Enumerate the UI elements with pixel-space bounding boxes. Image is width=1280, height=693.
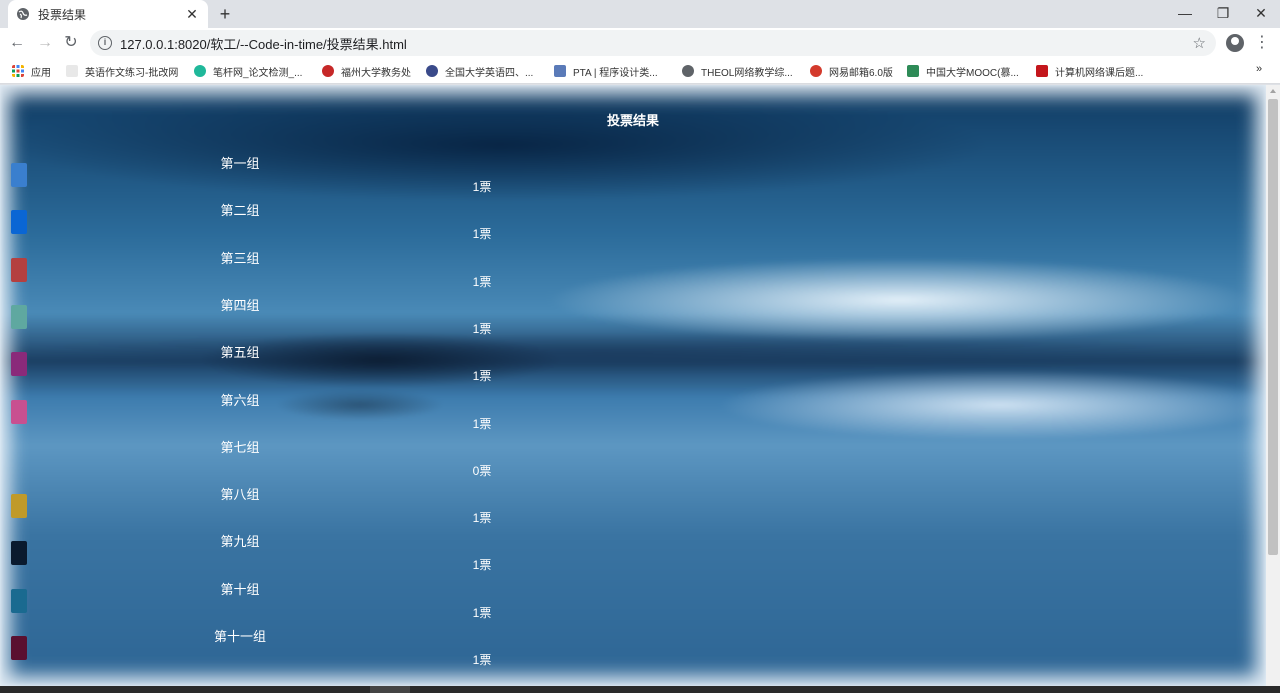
vote-count: 1票	[472, 558, 492, 573]
group-name: 第一组	[220, 156, 260, 171]
page-viewport: 投票结果 第一组 1票 第二组 1票 第三组 1票 第四组 1票 第五组 1票 第六组 1票 第七组 0票…	[0, 85, 1266, 686]
taskbar	[0, 686, 1280, 693]
tab-title: 投票结果	[38, 7, 87, 22]
bookmark-label: PTA | 程序设计类...	[573, 67, 658, 79]
group-name: 第七组	[220, 439, 260, 455]
group-name: 第十组	[220, 581, 260, 597]
vote-bar	[11, 541, 27, 566]
bookmark-item[interactable]: 网易邮箱6.0版	[810, 63, 893, 79]
bookmark-label: THEOL网络教学综...	[701, 67, 793, 79]
group-name: 第九组	[220, 534, 260, 550]
browser-toolbar: ← → ↻ i 127.0.0.1:8020/软工/--Code-in-time…	[0, 28, 1280, 58]
restore-button[interactable]: ❐	[1204, 0, 1242, 28]
vote-count: 1票	[472, 416, 492, 431]
address-bar[interactable]: i 127.0.0.1:8020/软工/--Code-in-time/投票结果.…	[90, 30, 1216, 56]
vote-count: 1票	[472, 511, 492, 526]
c-logo-icon	[1036, 65, 1048, 77]
globe-icon	[682, 65, 694, 77]
scroll-thumb[interactable]	[1268, 99, 1278, 555]
taskbar-item[interactable]	[370, 686, 410, 693]
tab-active[interactable]: 投票结果 ✕	[8, 0, 208, 28]
bookmark-label: 计算机网络课后题...	[1055, 67, 1144, 79]
vote-count: 1票	[472, 321, 492, 336]
profile-avatar-icon[interactable]	[1226, 34, 1244, 52]
group-name: 第五组	[220, 345, 260, 361]
group-name: 第十一组	[213, 629, 266, 644]
group-name: 第八组	[220, 487, 260, 503]
scroll-up-arrow-icon[interactable]	[1270, 89, 1276, 93]
vote-count: 1票	[472, 653, 492, 667]
bookmark-item[interactable]: 英语作文练习-批改网	[66, 63, 178, 79]
bookmark-item[interactable]: 全国大学英语四、...	[426, 63, 533, 79]
vote-bar	[11, 352, 27, 377]
vote-count: 1票	[472, 369, 492, 384]
page-scrollbar[interactable]	[1266, 85, 1280, 686]
globe-icon	[426, 65, 438, 77]
bookmark-item[interactable]: 笔杆网_论文检测_...	[194, 63, 302, 79]
bookmark-item[interactable]: 计算机网络课后题...	[1036, 63, 1143, 79]
bookmarks-more-icon[interactable]: »	[1256, 63, 1262, 75]
tab-close-icon[interactable]: ✕	[184, 6, 200, 23]
more-menu-icon[interactable]: ⋮	[1254, 32, 1270, 54]
group-name: 第六组	[220, 392, 260, 408]
bookmark-label: 应用	[31, 67, 51, 79]
book-icon	[907, 65, 919, 77]
group-name: 第四组	[220, 297, 260, 313]
bookmark-label: 全国大学英语四、...	[445, 67, 534, 79]
vote-count: 1票	[472, 227, 492, 242]
pen-icon	[66, 65, 78, 77]
monitor-icon	[554, 65, 566, 77]
page-title: 投票结果	[606, 113, 659, 128]
vote-count: 1票	[472, 180, 492, 194]
mail-icon	[810, 65, 822, 77]
vote-count: 0票	[472, 463, 492, 478]
vote-bar	[11, 304, 27, 329]
bookmark-item[interactable]: PTA | 程序设计类...	[554, 63, 658, 79]
vote-count: 1票	[472, 274, 492, 289]
bookmarks-bar: 应用 英语作文练习-批改网 笔杆网_论文检测_... 福州大学教务处 全国大学英…	[0, 58, 1280, 84]
new-tab-button[interactable]: +	[214, 4, 236, 24]
reload-icon[interactable]: ↻	[60, 32, 82, 54]
vote-bar	[11, 163, 27, 187]
vote-bar	[11, 588, 27, 613]
bookmark-item[interactable]: 福州大学教务处	[322, 63, 411, 79]
site-icon	[194, 65, 206, 77]
bookmark-label: 网易邮箱6.0版	[829, 67, 893, 79]
vote-bar	[11, 210, 27, 235]
bookmark-item[interactable]: 中国大学MOOC(慕...	[907, 63, 1019, 79]
bookmark-label: 英语作文练习-批改网	[85, 67, 179, 79]
back-arrow-icon[interactable]: ←	[6, 32, 28, 54]
forward-arrow-icon[interactable]: →	[34, 32, 56, 54]
vote-bar	[11, 494, 27, 519]
url-text: 127.0.0.1:8020/软工/--Code-in-time/投票结果.ht…	[120, 36, 407, 52]
apps-grid-icon	[12, 65, 24, 77]
vote-count: 1票	[472, 605, 492, 620]
group-name: 第二组	[220, 203, 260, 219]
bookmark-star-icon[interactable]: ☆	[1193, 34, 1206, 52]
group-name: 第三组	[220, 250, 260, 266]
tab-strip: 投票结果 ✕ + — ❐ ✕	[0, 0, 1280, 28]
bookmark-item[interactable]: THEOL网络教学综...	[682, 63, 793, 79]
vote-bar	[11, 399, 27, 424]
globe-icon	[17, 8, 29, 20]
bookmark-label: 笔杆网_论文检测_...	[213, 67, 303, 79]
info-icon[interactable]: i	[98, 36, 112, 50]
bookmark-label: 中国大学MOOC(慕...	[926, 67, 1019, 79]
seal-icon	[322, 65, 334, 77]
vote-bar	[11, 636, 27, 660]
bookmark-label: 福州大学教务处	[341, 67, 411, 79]
vote-bar	[11, 257, 27, 282]
bookmark-apps[interactable]: 应用	[12, 63, 51, 79]
window-close-button[interactable]: ✕	[1242, 0, 1280, 28]
minimize-button[interactable]: —	[1166, 0, 1204, 28]
